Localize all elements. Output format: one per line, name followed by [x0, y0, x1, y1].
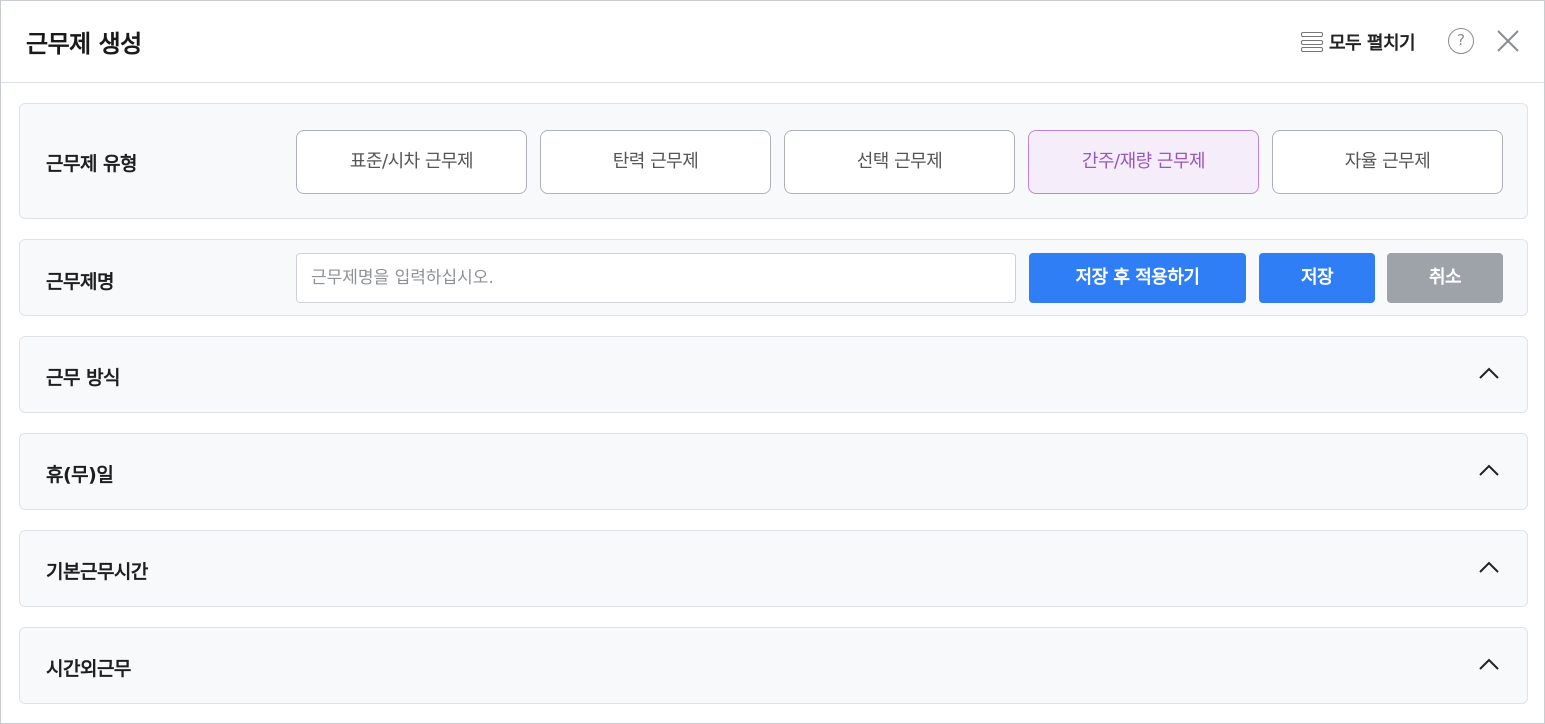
type-option-flexible[interactable]: 탄력 근무제 [540, 130, 771, 194]
save-button[interactable]: 저장 [1259, 253, 1375, 303]
modal-title: 근무제 생성 [26, 30, 142, 58]
chevron-up-icon[interactable] [1477, 459, 1501, 483]
modal-header: 근무제 생성 모두 펼치기 ? [1, 1, 1544, 83]
chevron-up-icon[interactable] [1477, 556, 1501, 580]
section-label: 근무 방식 [46, 367, 121, 389]
work-type-label: 근무제 유형 [46, 153, 138, 175]
work-type-panel: 근무제 유형 표준/시차 근무제 탄력 근무제 선택 근무제 간주/재량 근무제… [19, 103, 1528, 219]
section-label: 시간외근무 [46, 658, 131, 680]
type-option-standard[interactable]: 표준/시차 근무제 [296, 130, 527, 194]
section-label: 휴(무)일 [46, 464, 114, 486]
work-schedule-create-modal: 근무제 생성 모두 펼치기 ? 근무제 유형 표준/시차 근무제 탄력 근무제 … [0, 0, 1545, 724]
help-icon[interactable]: ? [1448, 28, 1474, 54]
work-name-input[interactable] [296, 253, 1016, 303]
list-icon [1301, 32, 1323, 52]
chevron-up-icon[interactable] [1477, 362, 1501, 386]
section-basic-hours[interactable]: 기본근무시간 [19, 530, 1528, 607]
chevron-up-icon[interactable] [1477, 653, 1501, 677]
work-name-label: 근무제명 [46, 271, 114, 293]
expand-all-button[interactable]: 모두 펼치기 [1301, 29, 1416, 55]
close-icon[interactable] [1495, 28, 1521, 54]
section-overtime[interactable]: 시간외근무 [19, 627, 1528, 704]
save-and-apply-button[interactable]: 저장 후 적용하기 [1029, 253, 1246, 303]
section-holidays[interactable]: 휴(무)일 [19, 433, 1528, 510]
type-option-deemed[interactable]: 간주/재량 근무제 [1028, 130, 1259, 194]
section-label: 기본근무시간 [46, 561, 148, 583]
type-option-selective[interactable]: 선택 근무제 [784, 130, 1015, 194]
type-option-autonomous[interactable]: 자율 근무제 [1272, 130, 1503, 194]
section-work-method[interactable]: 근무 방식 [19, 336, 1528, 413]
work-name-panel: 근무제명 저장 후 적용하기 저장 취소 [19, 239, 1528, 316]
expand-all-label: 모두 펼치기 [1329, 33, 1416, 54]
cancel-button[interactable]: 취소 [1387, 253, 1503, 303]
